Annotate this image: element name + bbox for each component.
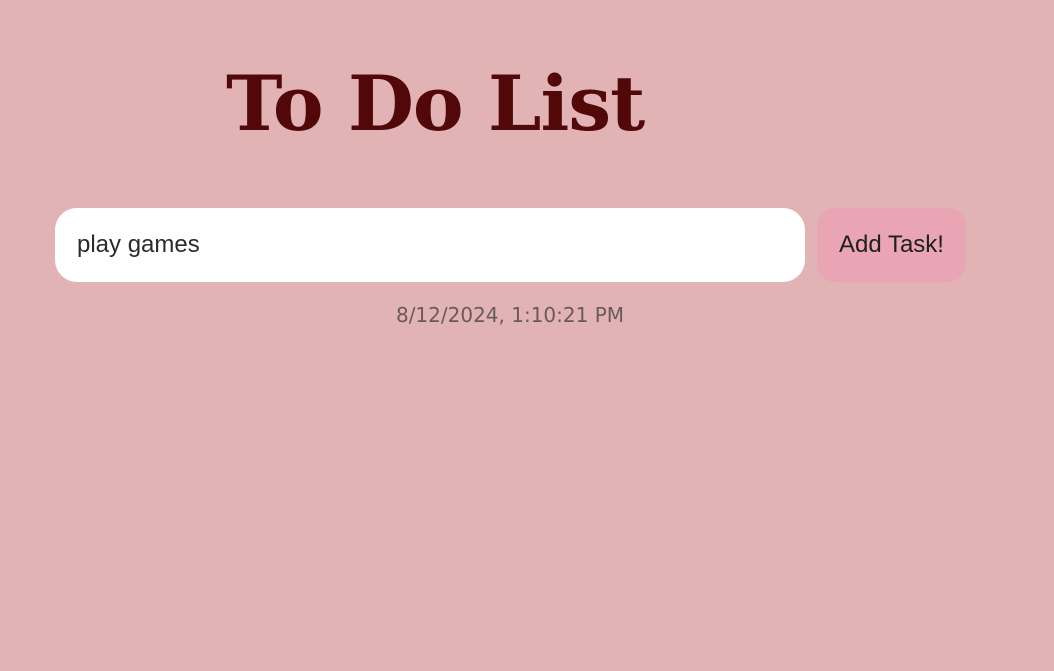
- task-input[interactable]: [55, 208, 805, 282]
- task-list: [55, 345, 966, 645]
- add-task-button[interactable]: Add Task!: [817, 208, 966, 282]
- page-title: To Do List: [226, 59, 645, 148]
- todo-app: To Do List Add Task! 8/12/2024, 1:10:21 …: [0, 0, 1054, 671]
- current-datetime: 8/12/2024, 1:10:21 PM: [395, 303, 625, 327]
